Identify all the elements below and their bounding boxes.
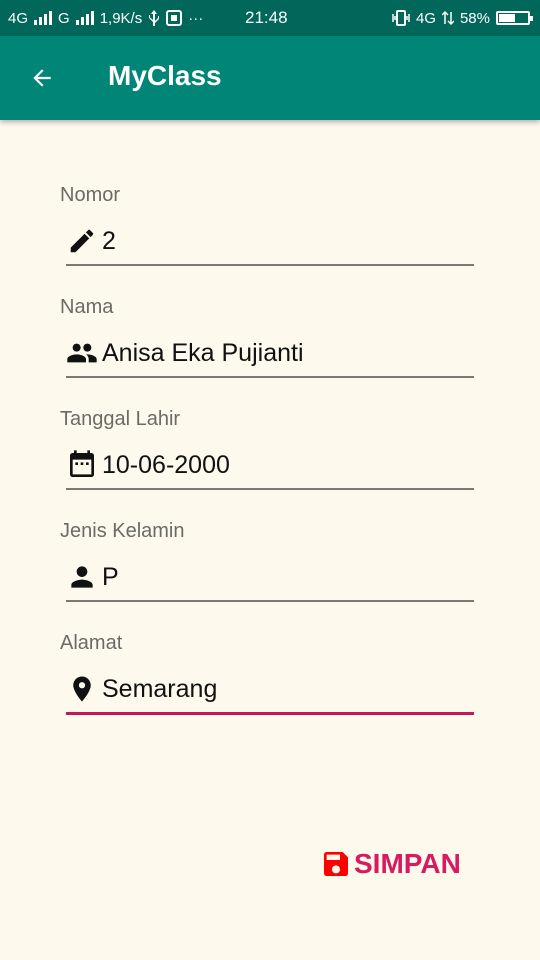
arrow-left-icon: [33, 69, 51, 87]
notification-icon: [166, 10, 183, 26]
field-label: Tanggal Lahir: [60, 408, 181, 430]
more-notifications-icon: ···: [188, 9, 204, 27]
person-icon: [66, 561, 98, 593]
pencil-icon: [66, 225, 98, 257]
field-value: Semarang: [102, 674, 218, 703]
save-button[interactable]: SIMPAN: [320, 848, 461, 880]
network-type-left: 4G: [8, 9, 29, 27]
back-button[interactable]: [20, 56, 64, 100]
battery-percent: 58%: [459, 9, 490, 27]
network-type-right: 4G: [415, 9, 436, 27]
battery-icon: [496, 11, 533, 25]
save-button-label: SIMPAN: [354, 848, 461, 879]
field-value: 2: [102, 226, 116, 255]
field-label: Alamat: [60, 632, 123, 654]
calendar-icon: [66, 449, 98, 481]
people-icon: [66, 337, 98, 369]
status-bar: 4G G 1,9K/s ··· 21:48 4G 58%: [0, 0, 540, 36]
data-activity-icon: [441, 10, 454, 26]
field-value: 10-06-2000: [102, 450, 230, 479]
field-label: Nama: [60, 296, 114, 318]
app-bar: MyClass: [0, 36, 540, 120]
signal-icon-2: [75, 11, 94, 25]
status-left: 4G G 1,9K/s ···: [8, 0, 203, 36]
alamat-input[interactable]: Semarang: [66, 666, 474, 715]
nama-input[interactable]: Anisa Eka Pujianti: [66, 330, 474, 378]
usb-icon: [149, 10, 160, 26]
signal-icon: [34, 11, 53, 25]
floppy-disk-icon: [324, 852, 348, 876]
field-label: Jenis Kelamin: [60, 520, 185, 542]
nomor-input[interactable]: 2: [66, 218, 474, 266]
vibrate-icon: [392, 10, 410, 26]
app-title: MyClass: [108, 60, 222, 91]
network-speed: 1,9K/s: [99, 9, 143, 27]
field-value: P: [102, 562, 119, 591]
tanggal-lahir-input[interactable]: 10-06-2000: [66, 442, 474, 490]
signal-label: G: [58, 9, 70, 27]
location-pin-icon: [66, 673, 98, 705]
clock: 21:48: [245, 8, 288, 27]
field-label: Nomor: [60, 184, 121, 206]
field-value: Anisa Eka Pujianti: [102, 338, 304, 367]
status-right: 4G 58%: [392, 0, 533, 36]
jenis-kelamin-input[interactable]: P: [66, 554, 474, 602]
